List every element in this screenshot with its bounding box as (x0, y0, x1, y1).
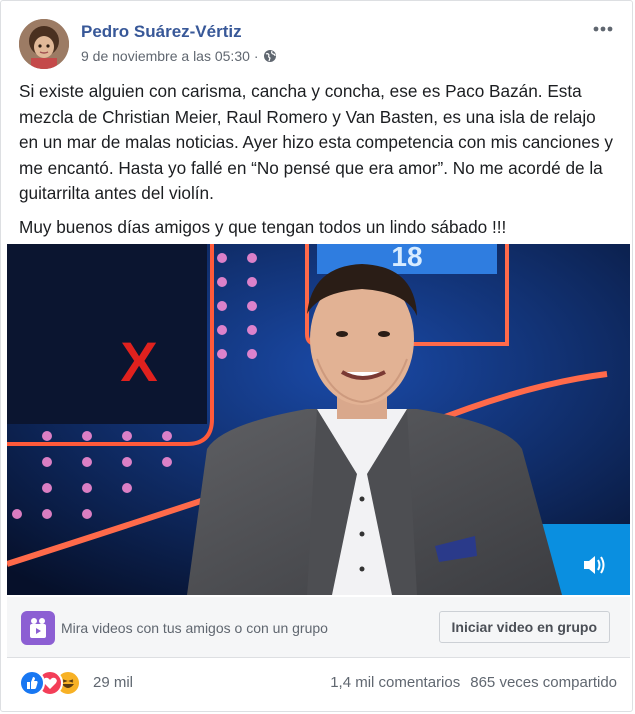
reaction-icons[interactable] (19, 670, 91, 696)
comments-count[interactable]: 1,4 mil comentarios (330, 674, 460, 691)
shares-count[interactable]: 865 veces compartido (470, 674, 617, 691)
overlay-x: X (120, 330, 157, 393)
post-card: Pedro Suárez-Vértiz 9 de noviembre a las… (0, 0, 633, 712)
more-options-icon[interactable] (588, 19, 618, 39)
watch-party-icon (21, 611, 55, 645)
post-text: Si existe alguien con carisma, cancha y … (19, 79, 619, 248)
watch-party-bar: Mira videos con tus amigos o con un grup… (7, 597, 630, 658)
post-header: Pedro Suárez-Vértiz 9 de noviembre a las… (19, 19, 620, 73)
post-paragraph: Muy buenos días amigos y que tengan todo… (19, 216, 507, 237)
avatar-image (19, 19, 69, 69)
video-player[interactable]: 18 X (7, 244, 630, 595)
video-frame: 18 X (7, 244, 630, 595)
author-name[interactable]: Pedro Suárez-Vértiz (81, 22, 242, 42)
post-paragraph: Si existe alguien con carisma, cancha y … (19, 81, 613, 203)
meta-separator: · (253, 48, 259, 64)
start-watch-party-button[interactable]: Iniciar video en grupo (438, 611, 610, 643)
overlay-number: 18 (391, 244, 422, 272)
volume-icon[interactable] (580, 551, 608, 579)
post-meta: 9 de noviembre a las 05:30 · (81, 48, 277, 64)
reaction-count[interactable]: 29 mil (93, 674, 133, 691)
engagement-stats: 1,4 mil comentarios 865 veces compartido (330, 674, 617, 691)
watch-party-text: Mira videos con tus amigos o con un grup… (61, 620, 328, 636)
post-timestamp[interactable]: 9 de noviembre a las 05:30 (81, 48, 250, 64)
like-reaction-icon (19, 670, 45, 696)
globe-icon[interactable] (263, 49, 277, 63)
avatar[interactable] (19, 19, 69, 69)
post-stats: 29 mil 1,4 mil comentarios 865 veces com… (19, 667, 617, 697)
